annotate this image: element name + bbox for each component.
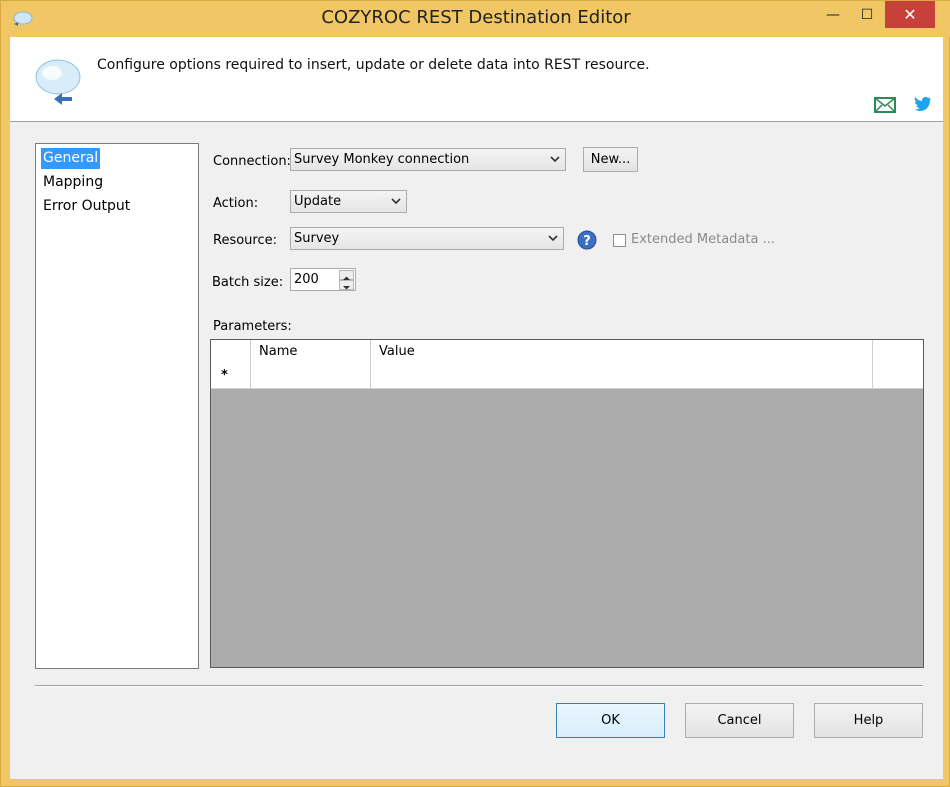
nav-item-mapping[interactable]: Mapping <box>41 172 105 193</box>
cancel-button[interactable]: Cancel <box>685 703 794 738</box>
resource-combo[interactable]: Survey <box>290 227 564 250</box>
cloud-icon <box>35 59 81 105</box>
resource-label: Resource: <box>213 233 277 248</box>
title-bar[interactable]: COZYROC REST Destination Editor — ☐ ✕ <box>1 1 950 37</box>
chevron-down-icon <box>550 156 560 163</box>
chevron-down-icon <box>548 235 558 242</box>
nav-list: General Mapping Error Output <box>35 143 199 669</box>
batch-size-stepper[interactable]: 200 <box>290 268 356 291</box>
close-button[interactable]: ✕ <box>885 1 935 28</box>
editor-window: COZYROC REST Destination Editor — ☐ ✕ Co… <box>0 0 950 787</box>
resource-value: Survey <box>294 231 340 246</box>
chevron-down-icon <box>343 286 350 290</box>
connection-combo[interactable]: Survey Monkey connection <box>290 148 566 171</box>
window-title: COZYROC REST Destination Editor <box>321 7 631 28</box>
grid-column-value[interactable]: Value <box>371 340 873 364</box>
new-row-marker: * <box>211 364 251 388</box>
parameters-grid[interactable]: Name Value * <box>210 339 924 668</box>
help-icon[interactable]: ? <box>577 230 597 250</box>
grid-row-header-column <box>211 340 251 364</box>
table-row[interactable]: * <box>211 364 923 389</box>
grid-column-name[interactable]: Name <box>251 340 371 364</box>
action-label: Action: <box>213 196 259 211</box>
help-button[interactable]: Help <box>814 703 923 738</box>
batch-size-value: 200 <box>294 272 319 287</box>
parameters-label: Parameters: <box>213 319 292 334</box>
spin-up-button[interactable] <box>339 270 354 280</box>
ok-button[interactable]: OK <box>556 703 665 738</box>
nav-item-general[interactable]: General <box>41 148 101 169</box>
connection-label: Connection: <box>213 154 291 169</box>
nav-item-error-output[interactable]: Error Output <box>41 196 132 217</box>
header-description: Configure options required to insert, up… <box>97 57 650 73</box>
connection-value: Survey Monkey connection <box>294 152 470 167</box>
svg-text:?: ? <box>583 234 591 249</box>
extended-metadata-label: Extended Metadata ... <box>631 232 775 247</box>
chevron-down-icon <box>391 198 401 205</box>
new-connection-button[interactable]: New... <box>583 147 638 172</box>
twitter-icon[interactable] <box>914 96 932 112</box>
divider <box>35 685 923 687</box>
minimize-button[interactable]: — <box>816 1 850 28</box>
grid-header-row: Name Value <box>211 340 923 365</box>
batch-size-label: Batch size: <box>212 275 284 290</box>
spin-down-button[interactable] <box>339 280 354 290</box>
action-combo[interactable]: Update <box>290 190 407 213</box>
email-icon[interactable] <box>874 97 896 113</box>
dialog-client-area: Configure options required to insert, up… <box>10 37 943 779</box>
action-value: Update <box>294 194 342 209</box>
maximize-button[interactable]: ☐ <box>850 1 884 28</box>
grid-cell-value[interactable] <box>371 364 873 388</box>
grid-cell-name[interactable] <box>251 364 371 388</box>
extended-metadata-checkbox[interactable] <box>613 234 626 247</box>
header-banner: Configure options required to insert, up… <box>10 37 943 122</box>
